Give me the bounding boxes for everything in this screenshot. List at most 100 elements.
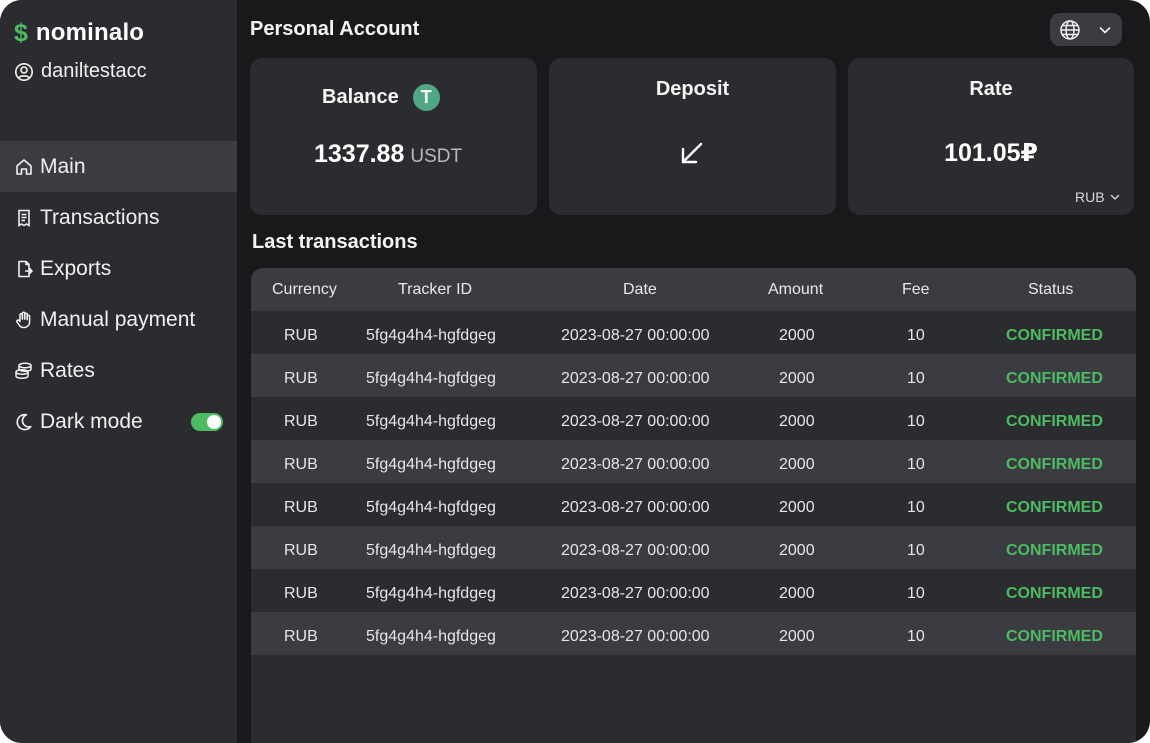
sidebar-item-exports[interactable]: Exports — [0, 243, 237, 294]
balance-title-label: Balance — [322, 86, 399, 108]
user-profile[interactable]: daniltestacc — [14, 60, 147, 83]
cell-currency: RUB — [284, 499, 318, 516]
cell-amount: 2000 — [779, 585, 815, 602]
cell-fee: 10 — [907, 542, 925, 559]
sidebar-item-label: Dark mode — [40, 409, 143, 433]
cell-date: 2023-08-27 00:00:00 — [561, 585, 710, 602]
globe-icon — [1059, 19, 1081, 41]
cell-amount: 2000 — [779, 628, 815, 645]
cell-tracker-id: 5fg4g4h4-hgfdgeg — [366, 327, 496, 344]
sidebar-item-manual-payment[interactable]: Manual payment — [0, 294, 237, 345]
dark-mode-toggle[interactable] — [191, 412, 223, 431]
home-icon — [14, 157, 34, 177]
column-header-tracker-id[interactable]: Tracker ID — [398, 281, 472, 299]
receipt-icon — [14, 208, 34, 228]
sidebar: $ nominalo daniltestacc Main Transaction… — [0, 0, 237, 743]
column-header-status[interactable]: Status — [1028, 281, 1073, 299]
sidebar-item-dark-mode[interactable]: Dark mode — [0, 396, 237, 447]
cell-fee: 10 — [907, 456, 925, 473]
cell-date: 2023-08-27 00:00:00 — [561, 542, 710, 559]
column-header-fee[interactable]: Fee — [902, 281, 930, 299]
cell-currency: RUB — [284, 585, 318, 602]
cell-currency: RUB — [284, 413, 318, 430]
cell-tracker-id: 5fg4g4h4-hgfdgeg — [366, 413, 496, 430]
tether-icon: T — [412, 84, 440, 111]
sidebar-item-label: Rates — [40, 358, 95, 382]
arrow-down-left-icon — [679, 140, 705, 166]
cell-fee: 10 — [907, 628, 925, 645]
status-badge: CONFIRMED — [1006, 585, 1103, 602]
balance-card — [250, 58, 537, 215]
file-export-icon — [14, 259, 34, 279]
chevron-down-icon — [1098, 23, 1112, 37]
cell-tracker-id: 5fg4g4h4-hgfdgeg — [366, 542, 496, 559]
table-row[interactable]: RUB 5fg4g4h4-hgfdgeg 2023-08-27 00:00:00… — [251, 397, 1136, 440]
cell-tracker-id: 5fg4g4h4-hgfdgeg — [366, 370, 496, 387]
table-row[interactable]: RUB 5fg4g4h4-hgfdgeg 2023-08-27 00:00:00… — [251, 483, 1136, 526]
toggle-knob — [207, 414, 221, 429]
balance-amount: 1337.88 USDT — [314, 140, 462, 169]
language-selector-button[interactable] — [1050, 13, 1122, 46]
last-transactions-title: Last transactions — [252, 231, 418, 253]
hand-icon — [14, 310, 34, 330]
table-row[interactable]: RUB 5fg4g4h4-hgfdgeg 2023-08-27 00:00:00… — [251, 612, 1136, 655]
cell-fee: 10 — [907, 413, 925, 430]
cell-amount: 2000 — [779, 327, 815, 344]
cell-fee: 10 — [907, 585, 925, 602]
cell-fee: 10 — [907, 499, 925, 516]
brand-name: nominalo — [35, 19, 145, 46]
brand-logo[interactable]: $ nominalo — [14, 19, 144, 47]
table-row[interactable]: RUB 5fg4g4h4-hgfdgeg 2023-08-27 00:00:00… — [251, 311, 1136, 354]
page-title: Personal Account — [250, 18, 420, 40]
cell-tracker-id: 5fg4g4h4-hgfdgeg — [366, 456, 496, 473]
rate-currency-select[interactable]: RUB — [1075, 189, 1121, 205]
status-badge: CONFIRMED — [1006, 327, 1103, 344]
cell-amount: 2000 — [779, 542, 815, 559]
sidebar-item-label: Main — [40, 154, 86, 178]
transactions-table: Currency Tracker ID Date Amount Fee Stat… — [251, 268, 1136, 743]
cell-date: 2023-08-27 00:00:00 — [561, 413, 710, 430]
table-row[interactable]: RUB 5fg4g4h4-hgfdgeg 2023-08-27 00:00:00… — [251, 526, 1136, 569]
status-badge: CONFIRMED — [1006, 499, 1103, 516]
sidebar-item-transactions[interactable]: Transactions — [0, 192, 237, 243]
sidebar-item-main[interactable]: Main — [0, 141, 237, 192]
cell-tracker-id: 5fg4g4h4-hgfdgeg — [366, 585, 496, 602]
cell-amount: 2000 — [779, 499, 815, 516]
rate-currency-value: RUB — [1075, 189, 1105, 205]
table-header: Currency Tracker ID Date Amount Fee Stat… — [251, 268, 1136, 311]
deposit-card[interactable]: Deposit — [549, 58, 836, 215]
coins-icon — [14, 361, 34, 381]
cell-date: 2023-08-27 00:00:00 — [561, 628, 710, 645]
column-header-amount[interactable]: Amount — [768, 281, 823, 299]
moon-icon — [14, 412, 34, 432]
status-badge: CONFIRMED — [1006, 413, 1103, 430]
status-badge: CONFIRMED — [1006, 542, 1103, 559]
cell-date: 2023-08-27 00:00:00 — [561, 327, 710, 344]
cell-amount: 2000 — [779, 413, 815, 430]
sidebar-item-label: Exports — [40, 256, 112, 280]
sidebar-item-label: Transactions — [40, 205, 160, 229]
tether-glyph: T — [420, 87, 432, 107]
column-header-date[interactable]: Date — [623, 281, 657, 299]
cell-currency: RUB — [284, 370, 318, 387]
column-header-currency[interactable]: Currency — [272, 281, 337, 299]
balance-unit: USDT — [410, 146, 463, 167]
chevron-down-icon — [1109, 191, 1121, 203]
table-row[interactable]: RUB 5fg4g4h4-hgfdgeg 2023-08-27 00:00:00… — [251, 354, 1136, 397]
cell-amount: 2000 — [779, 456, 815, 473]
dollar-icon: $ — [14, 18, 28, 47]
app-window: $ nominalo daniltestacc Main Transaction… — [0, 0, 1150, 743]
balance-value: 1337.88 — [314, 140, 405, 168]
deposit-title: Deposit — [655, 78, 730, 100]
table-row[interactable]: RUB 5fg4g4h4-hgfdgeg 2023-08-27 00:00:00… — [251, 569, 1136, 612]
cell-fee: 10 — [907, 370, 925, 387]
sidebar-item-rates[interactable]: Rates — [0, 345, 237, 396]
cell-date: 2023-08-27 00:00:00 — [561, 370, 710, 387]
sidebar-item-label: Manual payment — [40, 307, 196, 331]
status-badge: CONFIRMED — [1006, 628, 1103, 645]
username: daniltestacc — [41, 60, 147, 82]
sidebar-nav: Main Transactions Exports Manual payment… — [0, 141, 237, 447]
cell-date: 2023-08-27 00:00:00 — [561, 499, 710, 516]
cell-currency: RUB — [284, 327, 318, 344]
table-row[interactable]: RUB 5fg4g4h4-hgfdgeg 2023-08-27 00:00:00… — [251, 440, 1136, 483]
